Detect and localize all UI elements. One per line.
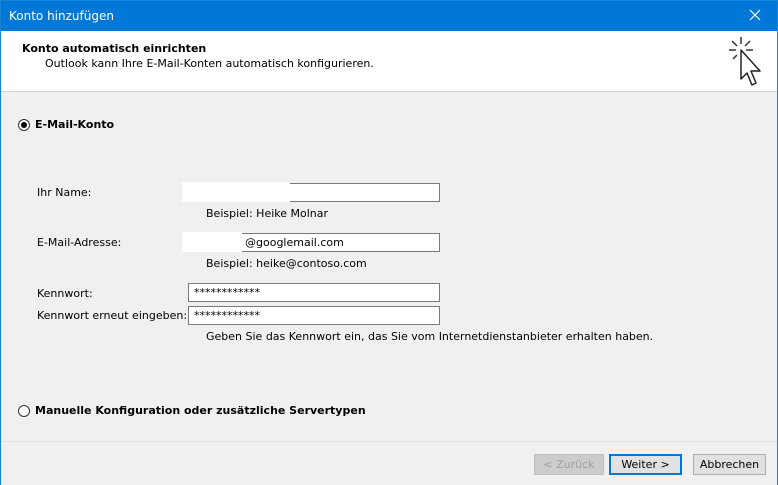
header-subtitle: Outlook kann Ihre E-Mail-Konten automati… (45, 57, 374, 70)
redacted-area (182, 232, 242, 252)
button-bar: < Zurück Weiter > Abbrechen (1, 441, 777, 485)
password-hint: Geben Sie das Kennwort ein, das Sie vom … (206, 330, 654, 343)
password-field[interactable]: ************ (188, 283, 440, 302)
header-title: Konto automatisch einrichten (22, 42, 207, 55)
wizard-cursor-icon (727, 35, 767, 90)
wizard-header: Konto automatisch einrichten Outlook kan… (1, 31, 777, 92)
title-bar: Konto hinzufügen (1, 1, 777, 31)
name-example: Beispiel: Heike Molnar (206, 207, 329, 220)
next-button[interactable]: Weiter > (609, 454, 682, 475)
manual-config-radio[interactable] (18, 405, 30, 417)
password-label: Kennwort: (37, 287, 93, 300)
email-label: E-Mail-Adresse: (37, 236, 122, 249)
name-label: Ihr Name: (37, 186, 92, 199)
window-title: Konto hinzufügen (9, 9, 114, 23)
close-button[interactable] (733, 1, 777, 31)
password-repeat-field[interactable]: ************ (188, 306, 440, 325)
manual-config-radio-label[interactable]: Manuelle Konfiguration oder zusätzliche … (35, 404, 366, 417)
password-repeat-label: Kennwort erneut eingeben: (37, 309, 188, 322)
email-account-radio[interactable] (18, 119, 30, 131)
add-account-dialog: Konto hinzufügen Konto automatisch einri… (0, 0, 778, 485)
cancel-button[interactable]: Abbrechen (693, 454, 766, 475)
close-icon (749, 9, 761, 24)
back-button[interactable]: < Zurück (534, 454, 604, 475)
redacted-area (182, 182, 290, 202)
email-account-radio-label[interactable]: E-Mail-Konto (35, 118, 114, 131)
email-example: Beispiel: heike@contoso.com (206, 257, 367, 270)
